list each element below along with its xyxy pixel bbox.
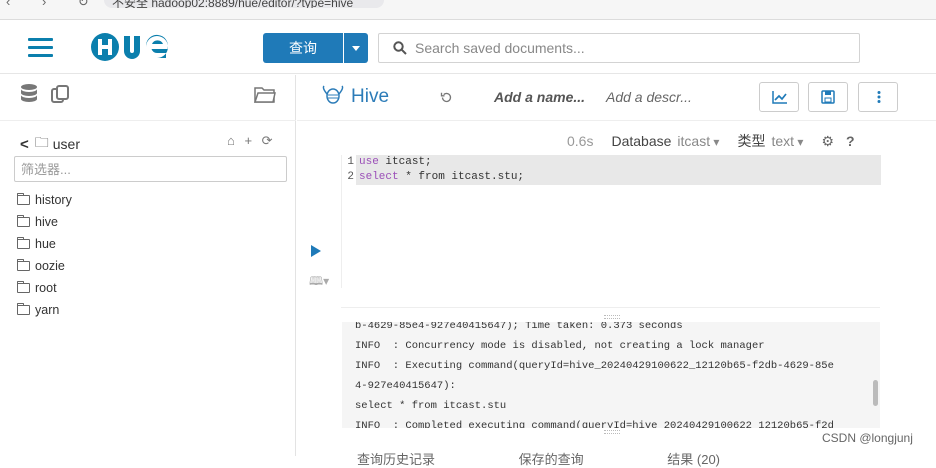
watermark: CSDN @longjunj [822, 431, 913, 445]
query-log: b-4629-85e4-927e40415647); Time taken: 0… [342, 322, 880, 428]
chart-button[interactable] [759, 82, 799, 112]
folder-item[interactable]: history [17, 189, 72, 211]
log-line: INFO : Completed executing command(query… [355, 420, 834, 428]
code-lines: use itcast; select * from itcast.stu; [356, 155, 881, 185]
search-documents [378, 33, 860, 63]
gear-icon[interactable]: ⚙ [821, 133, 834, 150]
filter-input[interactable] [14, 156, 287, 182]
assist-panel-header [0, 75, 296, 121]
folder-label: hue [35, 237, 56, 251]
address-bar[interactable]: 不安全 hadoop02:8889/hue/editor/?type=hive [104, 0, 384, 8]
tab-results[interactable]: 结果 (20) [667, 452, 720, 467]
folder-actions[interactable]: ⌂ + ⟳ [227, 133, 276, 149]
snippet-toolbar: 0.6s Database itcast 类型 text ⚙ ? [567, 131, 855, 151]
resize-handle[interactable] [604, 315, 620, 319]
folder-icon [17, 259, 30, 271]
folder-icon: 🗀 [34, 134, 49, 150]
hamburger-icon[interactable] [28, 38, 53, 58]
hive-bee-icon [322, 85, 344, 104]
folder-list: history hive hue oozie root yarn [17, 189, 72, 321]
type-label: 类型 [737, 133, 766, 149]
folder-label: hive [35, 215, 58, 229]
folder-icon [17, 215, 30, 227]
search-icon [393, 41, 407, 55]
log-line: b-4629-85e4-927e40415647); Time taken: 0… [355, 322, 683, 332]
query-button[interactable]: 查询 [263, 33, 343, 63]
folder-icon [17, 237, 30, 249]
save-icon [821, 90, 835, 104]
folder-item[interactable]: hive [17, 211, 72, 233]
save-button[interactable] [808, 82, 848, 112]
hue-logo[interactable] [88, 30, 188, 64]
database-icon[interactable] [20, 83, 38, 105]
open-folder-icon[interactable] [253, 84, 277, 104]
folder-item[interactable]: oozie [17, 255, 72, 277]
browser-bar: ‹ › ↻ 不安全 hadoop02:8889/hue/editor/?type… [0, 0, 936, 20]
tab-query-history[interactable]: 查询历史记录 [357, 452, 435, 467]
more-vertical-icon [877, 91, 881, 103]
editor-main: Hive Add a name... Add a descr... 0.6s D… [297, 75, 936, 467]
editor-type-title: Hive [351, 86, 390, 107]
folder-item[interactable]: root [17, 277, 72, 299]
log-line: 4-927e40415647): [355, 380, 456, 392]
code-line: use itcast; [356, 155, 881, 170]
execution-time: 0.6s [567, 133, 594, 149]
snippet-book-icon[interactable]: 🕮▾ [309, 272, 329, 293]
folder-label: history [35, 193, 72, 207]
code-editor[interactable]: 1 2 use itcast; select * from itcast.stu… [341, 155, 881, 288]
query-dropdown-toggle[interactable] [344, 33, 368, 63]
line-number: 1 [347, 156, 354, 168]
editor-header: Hive Add a name... Add a descr... [297, 75, 936, 121]
query-description-field[interactable]: Add a descr... [606, 89, 692, 105]
folder-icon [17, 193, 30, 205]
code-text: * from itcast.stu; [398, 171, 525, 183]
search-input[interactable] [415, 38, 845, 58]
keyword: use [359, 156, 379, 168]
code-text: itcast; [378, 156, 432, 168]
folder-item[interactable]: yarn [17, 299, 72, 321]
keyword: select [359, 171, 399, 183]
folder-label: oozie [35, 259, 65, 273]
chart-icon [772, 91, 787, 104]
line-number-gutter: 1 2 [342, 155, 354, 185]
more-options-button[interactable] [858, 82, 898, 112]
run-query-button[interactable] [311, 245, 321, 257]
query-name-field[interactable]: Add a name... [494, 89, 585, 105]
log-lines: b-4629-85e4-927e40415647); Time taken: 0… [355, 322, 834, 428]
help-icon[interactable]: ? [846, 133, 855, 149]
history-icon[interactable] [440, 91, 453, 104]
left-assist-panel: < 🗀 user ⌂ + ⟳ history hive hue oozie ro… [0, 75, 296, 456]
code-editor-footer [341, 288, 880, 308]
type-select[interactable]: text [771, 133, 803, 149]
database-label: Database [611, 133, 672, 149]
log-scrollbar[interactable] [873, 380, 878, 406]
folder-icon [17, 281, 30, 293]
documents-icon[interactable] [50, 84, 70, 104]
code-line: select * from itcast.stu; [356, 170, 881, 185]
folder-item[interactable]: hue [17, 233, 72, 255]
top-navigation: 查询 [0, 20, 936, 74]
back-icon[interactable]: < [20, 136, 29, 153]
current-folder-label: user [52, 136, 80, 152]
browser-nav-buttons[interactable]: ‹ › ↻ [6, 0, 103, 10]
folder-label: root [35, 281, 57, 295]
log-line: INFO : Executing command(queryId=hive_20… [355, 360, 834, 372]
line-number: 2 [347, 171, 354, 183]
log-line: select * from itcast.stu [355, 400, 507, 412]
breadcrumb: < 🗀 user [20, 132, 80, 156]
tab-saved-queries[interactable]: 保存的查询 [519, 452, 584, 467]
folder-label: yarn [35, 303, 60, 317]
log-line: INFO : Concurrency mode is disabled, not… [355, 340, 765, 352]
resize-handle[interactable] [604, 430, 620, 434]
database-select[interactable]: itcast [677, 133, 719, 149]
folder-icon [17, 303, 30, 315]
result-tabs: 查询历史记录 保存的查询 结果 (20) [357, 449, 800, 468]
